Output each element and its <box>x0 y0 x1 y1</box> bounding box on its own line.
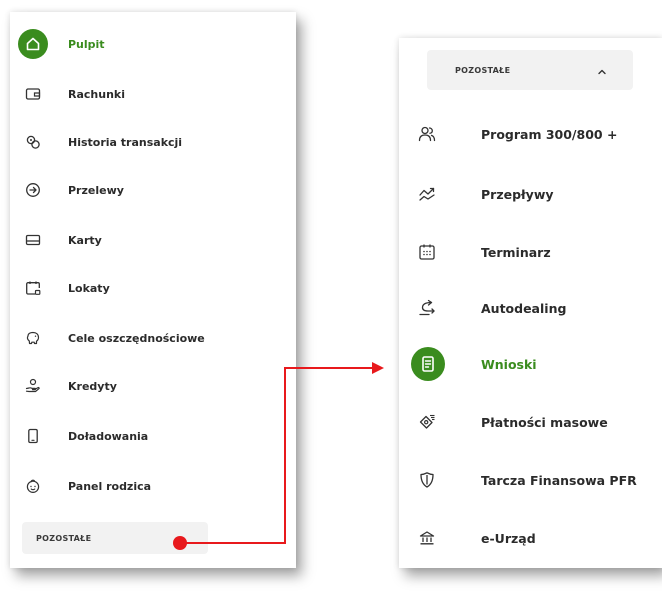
callout-arrow-head <box>372 362 384 374</box>
callout-arrow <box>173 362 384 550</box>
callout-arrow-origin-dot <box>173 536 187 550</box>
callout-arrow-line <box>180 367 372 544</box>
